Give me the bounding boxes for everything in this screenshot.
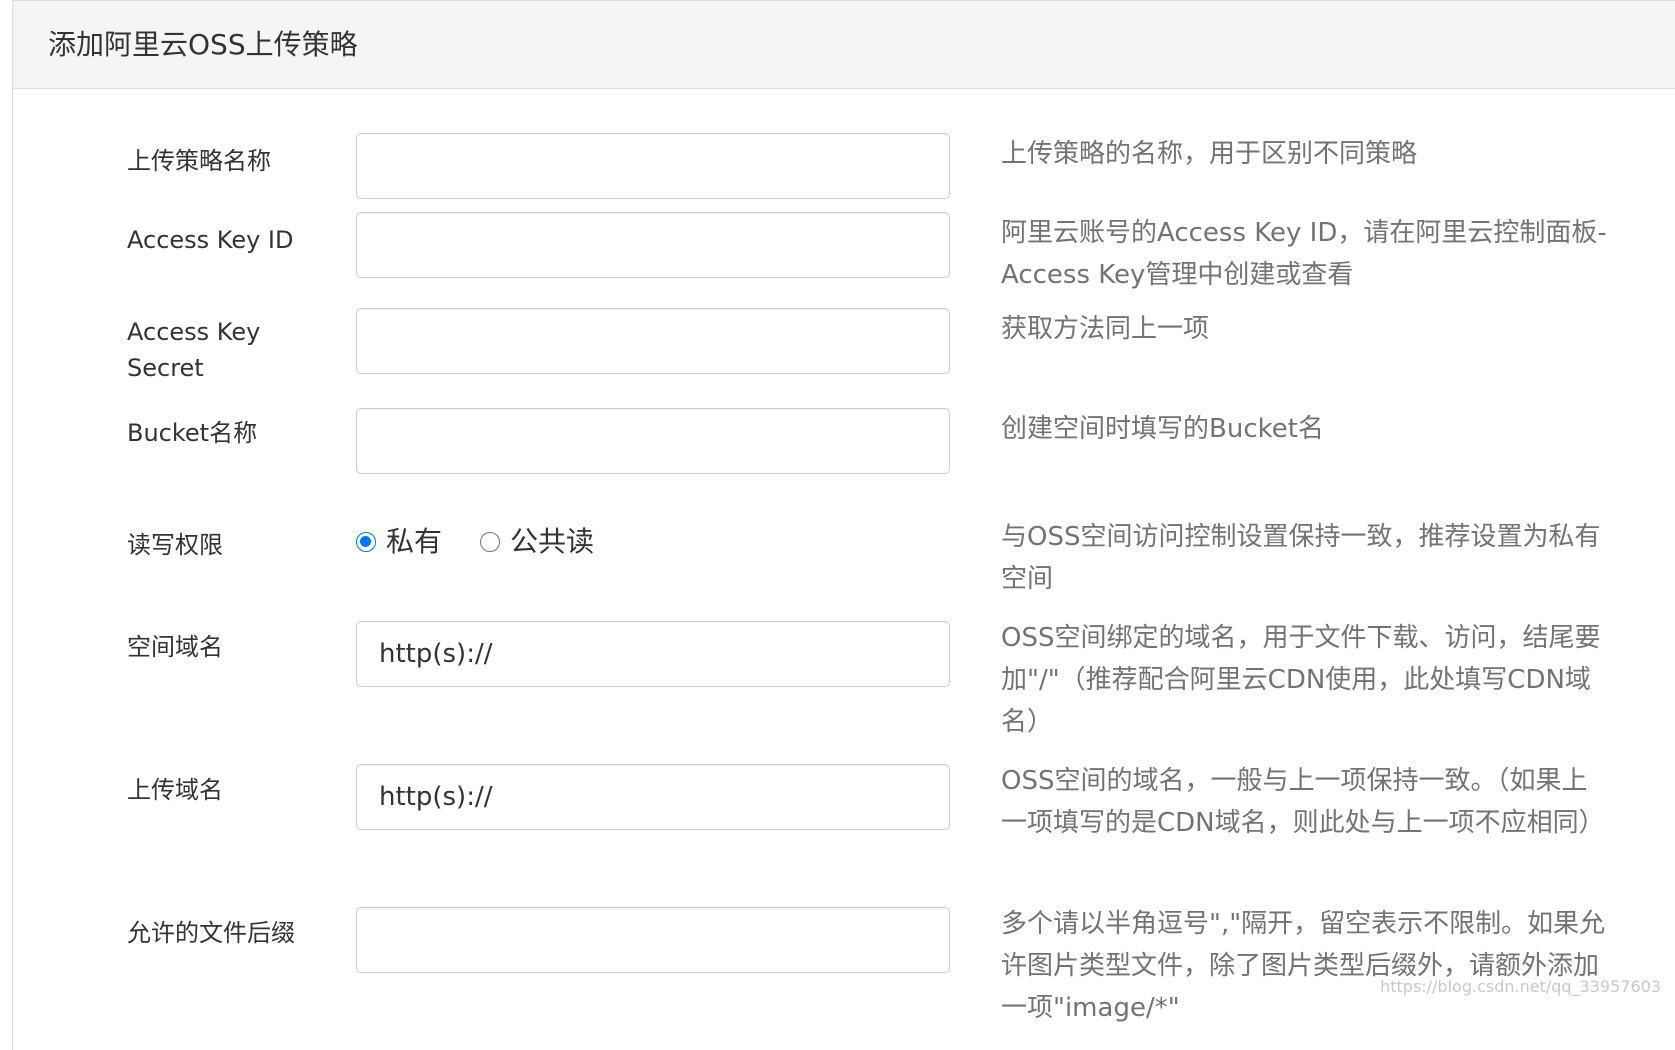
access-key-secret-label: Access Key Secret (127, 318, 261, 382)
space-domain-label: 空间域名 (127, 633, 223, 661)
permission-radio-group: 私有 公共读 (356, 522, 632, 562)
access-key-id-input[interactable] (356, 212, 950, 278)
radio-private-checked[interactable] (356, 532, 376, 552)
radio-public-read-label: 公共读 (510, 525, 595, 558)
access-key-id-help: 阿里云账号的Access Key ID，请在阿里云控制面板-Access Key… (1001, 218, 1607, 290)
space-domain-help: OSS空间绑定的域名，用于文件下载、访问，结尾要加"/"（推荐配合阿里云CDN使… (1001, 623, 1601, 737)
policy-name-input[interactable] (356, 133, 950, 199)
radio-public-read[interactable] (480, 532, 501, 552)
space-domain-input[interactable] (356, 621, 950, 687)
policy-name-help: 上传策略的名称，用于区别不同策略 (1001, 139, 1418, 169)
access-key-secret-input[interactable] (356, 308, 950, 374)
oss-policy-panel: 添加阿里云OSS上传策略 上传策略名称 上传策略的名称，用于区别不同策略 Acc… (12, 0, 1675, 1050)
upload-domain-input[interactable] (356, 764, 950, 830)
upload-domain-help: OSS空间的域名，一般与上一项保持一致。（如果上一项填写的是CDN域名，则此处与… (1001, 766, 1605, 838)
radio-option-public-read[interactable]: 公共读 (480, 524, 594, 560)
allowed-suffix-label: 允许的文件后缀 (127, 919, 295, 947)
allowed-suffix-input[interactable] (356, 907, 950, 973)
bucket-name-help: 创建空间时填写的Bucket名 (1001, 414, 1324, 444)
permission-help: 与OSS空间访问控制设置保持一致，推荐设置为私有空间 (1001, 522, 1601, 594)
radio-private-label: 私有 (386, 525, 443, 558)
bucket-name-label: Bucket名称 (127, 419, 258, 447)
allowed-suffix-help: 多个请以半角逗号","隔开，留空表示不限制。如果允许图片类型文件，除了图片类型后… (1001, 909, 1606, 1023)
watermark-text: https://blog.csdn.net/qq_33957603 (1380, 977, 1661, 996)
radio-option-private[interactable]: 私有 (356, 524, 442, 560)
bucket-name-input[interactable] (356, 408, 950, 474)
access-key-secret-help: 获取方法同上一项 (1001, 314, 1210, 344)
panel-title: 添加阿里云OSS上传策略 (48, 28, 358, 61)
access-key-id-label: Access Key ID (127, 226, 294, 254)
permission-label: 读写权限 (127, 531, 223, 559)
panel-heading: 添加阿里云OSS上传策略 (13, 1, 1675, 89)
upload-domain-label: 上传域名 (127, 776, 223, 804)
policy-name-label: 上传策略名称 (127, 147, 271, 175)
